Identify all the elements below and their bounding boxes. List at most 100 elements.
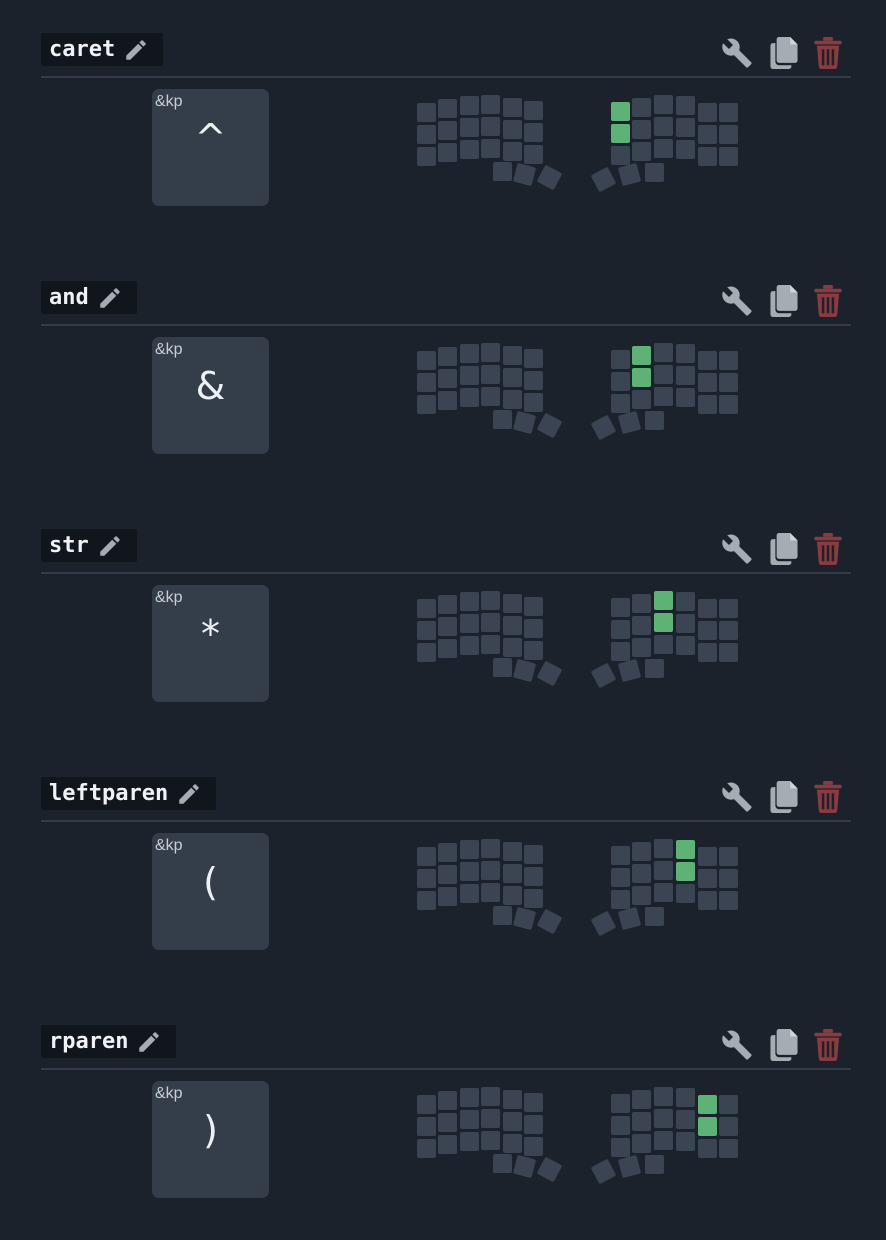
key xyxy=(611,868,630,887)
combo-name-field[interactable]: leftparen xyxy=(41,777,217,810)
key xyxy=(654,883,673,902)
copy-icon[interactable] xyxy=(767,284,801,318)
wrench-icon[interactable] xyxy=(720,532,754,566)
key xyxy=(503,842,522,861)
trash-icon[interactable] xyxy=(811,36,845,70)
key xyxy=(503,142,522,161)
key xyxy=(719,1095,738,1114)
binding-key: ) xyxy=(203,1108,218,1152)
trash-icon[interactable] xyxy=(811,1028,845,1062)
pencil-icon[interactable] xyxy=(123,37,149,63)
combo-key-active xyxy=(611,102,630,121)
binding-key: * xyxy=(201,612,220,656)
key xyxy=(481,1087,500,1106)
key xyxy=(698,373,717,392)
thumb-key xyxy=(591,911,616,936)
key xyxy=(503,98,522,117)
key xyxy=(719,147,738,166)
key xyxy=(698,643,717,662)
key xyxy=(611,890,630,909)
combo-name-field[interactable]: and xyxy=(41,281,137,314)
pencil-icon[interactable] xyxy=(97,285,123,311)
thumb-key xyxy=(537,413,562,438)
key xyxy=(481,613,500,632)
key xyxy=(438,617,457,636)
pencil-icon[interactable] xyxy=(97,533,123,559)
key xyxy=(417,599,436,618)
key xyxy=(460,614,479,633)
key xyxy=(719,891,738,910)
key xyxy=(632,142,651,161)
key xyxy=(438,887,457,906)
key xyxy=(503,346,522,365)
binding-keycap[interactable]: &kp ^ xyxy=(152,89,269,206)
key xyxy=(460,862,479,881)
key xyxy=(438,143,457,162)
key xyxy=(719,395,738,414)
key xyxy=(460,884,479,903)
combo-key-active xyxy=(676,862,695,881)
copy-icon[interactable] xyxy=(767,532,801,566)
key xyxy=(524,845,543,864)
key xyxy=(524,597,543,616)
key xyxy=(719,621,738,640)
combo-name-field[interactable]: caret xyxy=(41,33,164,66)
divider xyxy=(41,1068,851,1070)
key xyxy=(632,1090,651,1109)
trash-icon[interactable] xyxy=(811,532,845,566)
thumb-key xyxy=(591,1159,616,1184)
key xyxy=(676,118,695,137)
key xyxy=(524,641,543,660)
pencil-icon[interactable] xyxy=(176,781,202,807)
wrench-icon[interactable] xyxy=(720,1028,754,1062)
key xyxy=(698,847,717,866)
thumb-key xyxy=(591,663,616,688)
binding-keycap[interactable]: &kp ( xyxy=(152,833,269,950)
binding-key: & xyxy=(195,364,226,408)
key xyxy=(438,1113,457,1132)
key xyxy=(438,347,457,366)
key xyxy=(460,840,479,859)
key xyxy=(524,145,543,164)
key xyxy=(676,1088,695,1107)
key xyxy=(632,594,651,613)
combo-name-field[interactable]: str xyxy=(41,529,137,562)
wrench-icon[interactable] xyxy=(720,284,754,318)
binding-keycap[interactable]: &kp * xyxy=(152,585,269,702)
key xyxy=(676,96,695,115)
combo-name-field[interactable]: rparen xyxy=(41,1025,177,1058)
copy-icon[interactable] xyxy=(767,36,801,70)
thumb-key xyxy=(591,167,616,192)
key xyxy=(417,395,436,414)
wrench-icon[interactable] xyxy=(720,780,754,814)
pencil-icon[interactable] xyxy=(136,1029,162,1055)
key xyxy=(698,621,717,640)
thumb-key xyxy=(645,659,664,678)
key xyxy=(611,642,630,661)
key xyxy=(417,643,436,662)
key xyxy=(611,1116,630,1135)
key xyxy=(417,351,436,370)
key xyxy=(654,365,673,384)
key xyxy=(654,117,673,136)
wrench-icon[interactable] xyxy=(720,36,754,70)
thumb-key xyxy=(645,411,664,430)
binding-keycap[interactable]: &kp) xyxy=(152,1081,269,1198)
copy-icon[interactable] xyxy=(767,1028,801,1062)
key xyxy=(460,344,479,363)
key xyxy=(719,125,738,144)
key xyxy=(632,842,651,861)
combo-rparen: rparen &kp) xyxy=(0,992,886,1240)
key xyxy=(719,1117,738,1136)
binding-keycap[interactable]: &kp & xyxy=(152,337,269,454)
key xyxy=(698,891,717,910)
trash-icon[interactable] xyxy=(811,284,845,318)
combo-key-active xyxy=(654,591,673,610)
divider xyxy=(41,76,851,78)
trash-icon[interactable] xyxy=(811,780,845,814)
key xyxy=(481,387,500,406)
key xyxy=(654,1087,673,1106)
key xyxy=(611,350,630,369)
key xyxy=(654,861,673,880)
copy-icon[interactable] xyxy=(767,780,801,814)
